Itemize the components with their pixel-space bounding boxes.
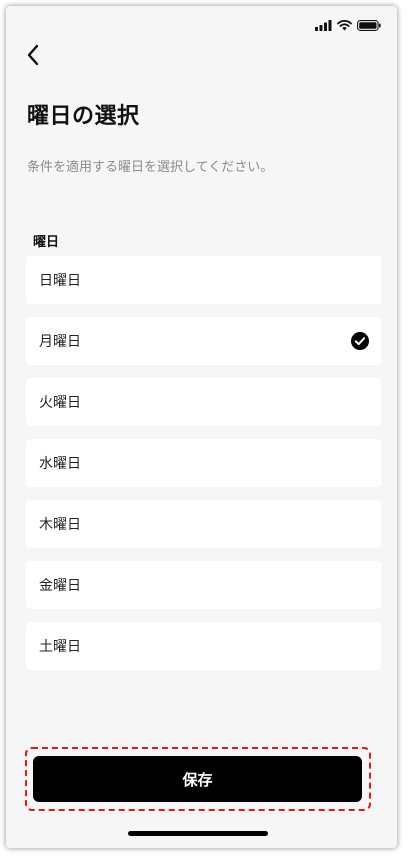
day-label: 土曜日 bbox=[39, 639, 81, 655]
day-label: 金曜日 bbox=[39, 578, 81, 594]
check-circle-icon bbox=[351, 332, 369, 350]
battery-icon bbox=[357, 20, 381, 31]
signal-icon bbox=[315, 20, 332, 31]
chevron-left-icon bbox=[27, 44, 39, 66]
save-button[interactable]: 保存 bbox=[33, 756, 362, 802]
day-label: 水曜日 bbox=[39, 456, 81, 472]
status-bar bbox=[315, 20, 381, 31]
day-list: 日曜日 月曜日 火曜日 水曜日 木曜日 金曜日 土曜日 bbox=[26, 256, 381, 683]
day-label: 火曜日 bbox=[39, 395, 81, 411]
page-title: 曜日の選択 bbox=[27, 104, 140, 129]
back-button[interactable] bbox=[16, 38, 50, 72]
day-item-thursday[interactable]: 木曜日 bbox=[26, 500, 381, 548]
day-label: 日曜日 bbox=[39, 273, 81, 289]
day-item-friday[interactable]: 金曜日 bbox=[26, 561, 381, 609]
wifi-icon bbox=[337, 20, 352, 31]
day-item-tuesday[interactable]: 火曜日 bbox=[26, 378, 381, 426]
day-item-saturday[interactable]: 土曜日 bbox=[26, 622, 381, 670]
section-label: 曜日 bbox=[33, 235, 60, 250]
day-item-sunday[interactable]: 日曜日 bbox=[26, 256, 381, 304]
day-label: 月曜日 bbox=[39, 334, 81, 350]
day-item-monday[interactable]: 月曜日 bbox=[26, 317, 381, 365]
phone-screen: 曜日の選択 条件を適用する曜日を選択してください。 曜日 日曜日 月曜日 火曜日… bbox=[6, 6, 397, 848]
save-highlight: 保存 bbox=[25, 747, 371, 811]
page-description: 条件を適用する曜日を選択してください。 bbox=[27, 160, 274, 175]
home-indicator bbox=[128, 831, 268, 836]
day-item-wednesday[interactable]: 水曜日 bbox=[26, 439, 381, 487]
day-label: 木曜日 bbox=[39, 517, 81, 533]
